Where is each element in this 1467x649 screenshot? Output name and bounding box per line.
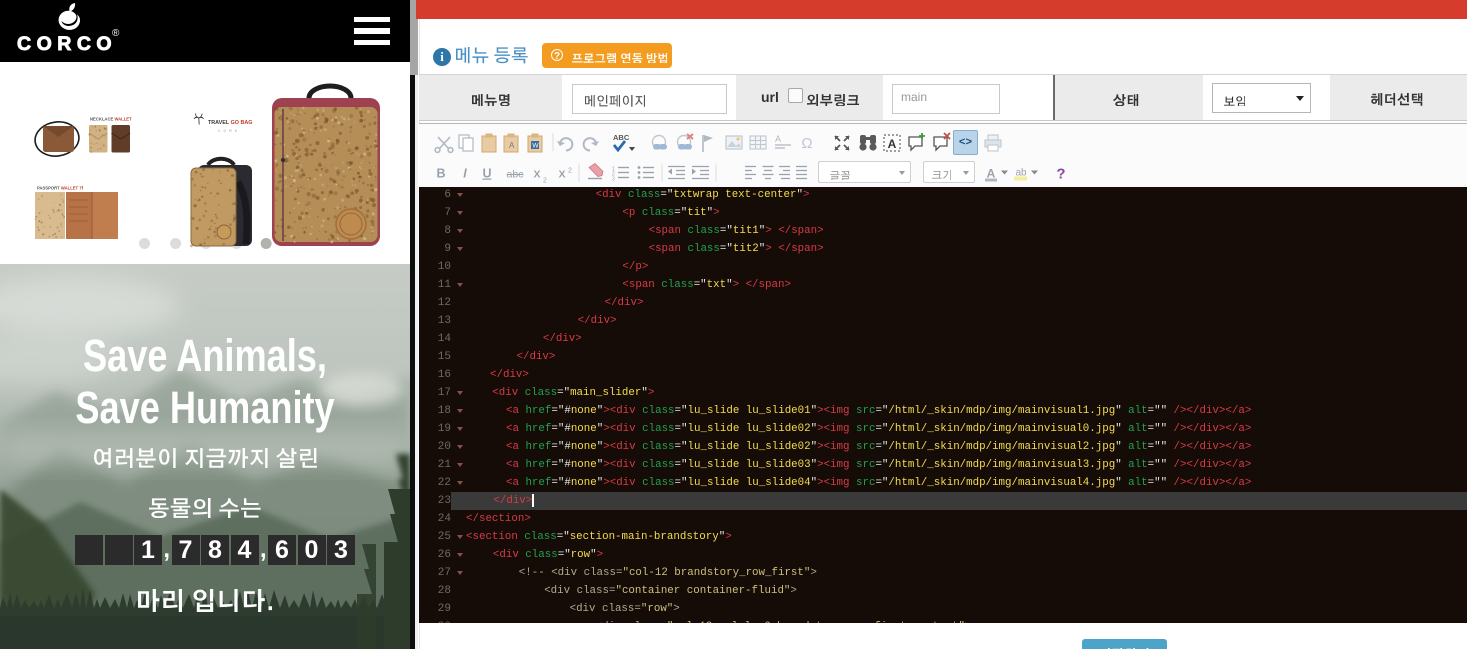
svg-text:A: A	[509, 141, 515, 150]
svg-text:C O R K: C O R K	[218, 129, 238, 133]
svg-text:TRAVEL GO BAG: TRAVEL GO BAG	[208, 120, 252, 126]
svg-text:PASSPORT WALLET 7f: PASSPORT WALLET 7f	[37, 186, 84, 191]
svg-text:U: U	[482, 167, 491, 181]
svg-text:2: 2	[568, 168, 572, 175]
svg-text:ABC: ABC	[613, 133, 630, 142]
svg-text:A: A	[775, 134, 781, 144]
svg-text:A: A	[987, 167, 996, 181]
svg-text:X: X	[558, 169, 565, 181]
svg-text:B: B	[436, 167, 445, 181]
svg-text:3: 3	[612, 177, 615, 183]
svg-text:I: I	[463, 167, 467, 181]
svg-text:A: A	[888, 137, 897, 151]
svg-text:2: 2	[543, 178, 547, 185]
svg-text:Ω: Ω	[801, 135, 812, 152]
svg-text:?: ?	[1056, 166, 1065, 183]
svg-text:X: X	[533, 169, 540, 181]
svg-text:abc: abc	[507, 169, 524, 181]
svg-text:W: W	[532, 143, 539, 150]
svg-text:NECKLACE WALLET: NECKLACE WALLET	[90, 117, 132, 122]
